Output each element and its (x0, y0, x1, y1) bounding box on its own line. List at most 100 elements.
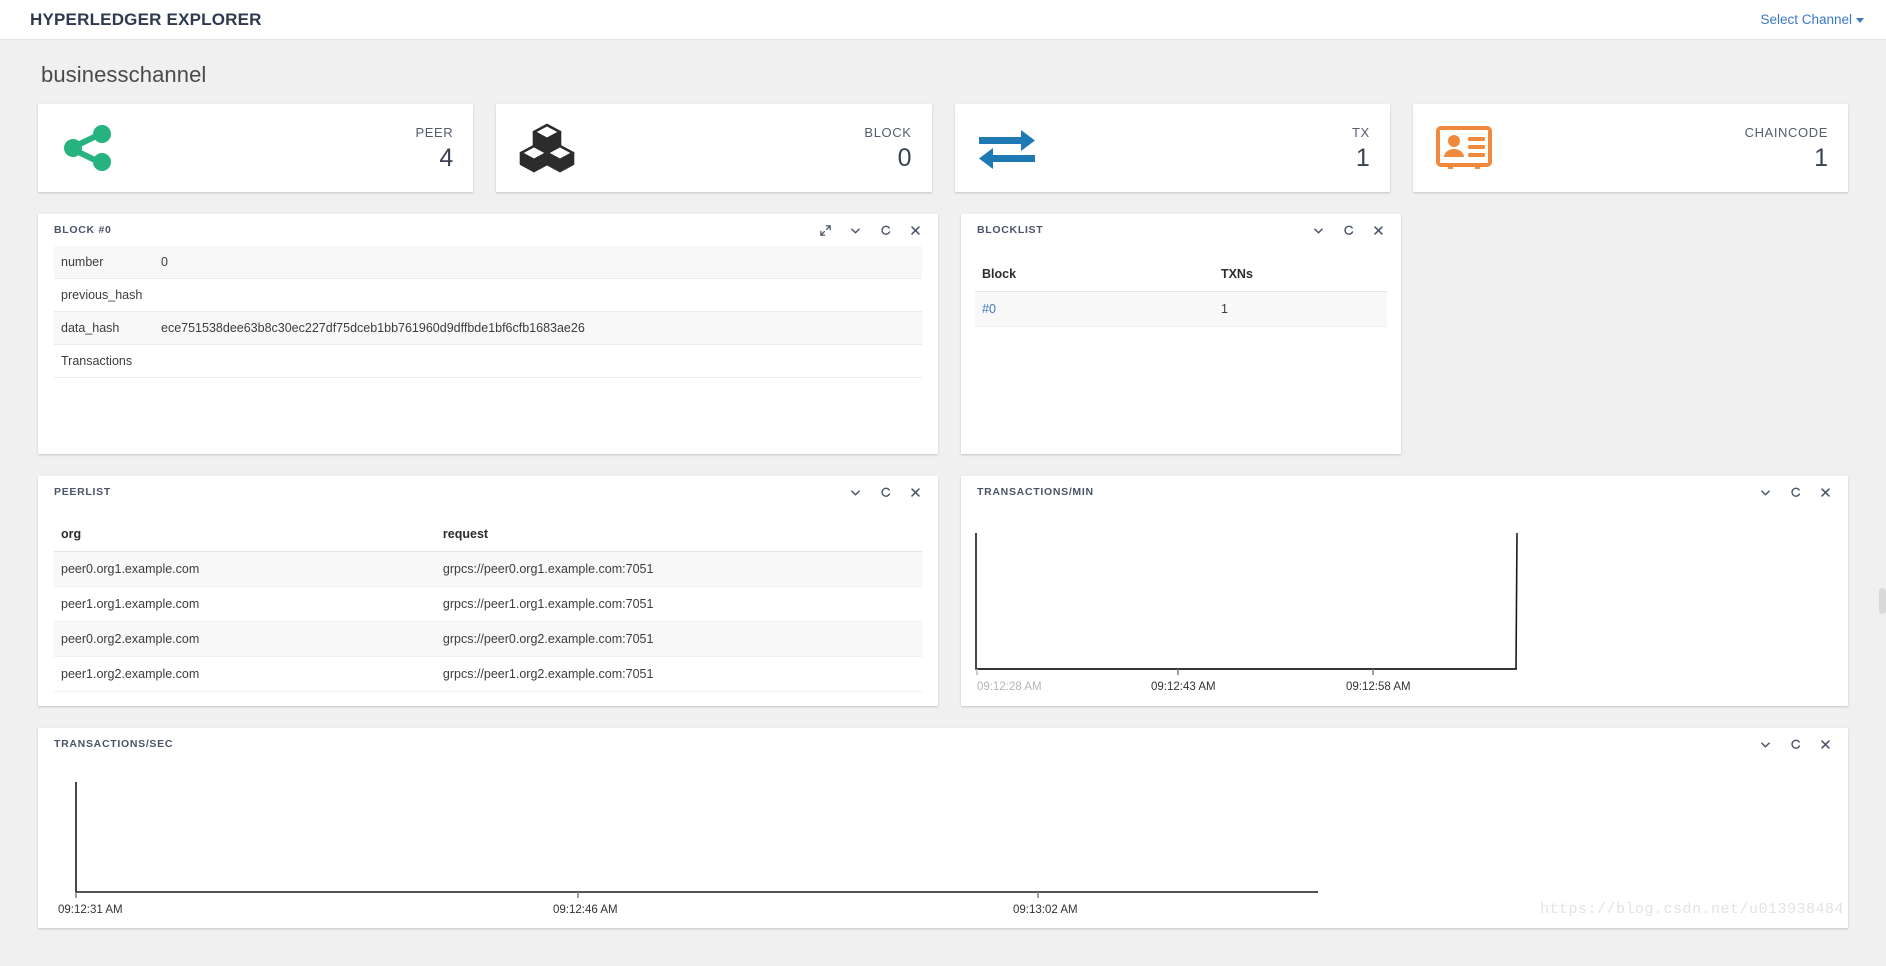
select-channel-dropdown[interactable]: Select Channel (1760, 12, 1864, 27)
scrollbar-thumb[interactable] (1879, 588, 1886, 614)
table-header-row: Block TXNs (975, 258, 1387, 292)
tx-per-min-panel-tools (1759, 486, 1832, 499)
blocklist-cell-txns: 1 (1213, 291, 1387, 327)
share-nodes-icon (60, 120, 122, 176)
chevron-down-icon[interactable] (1759, 486, 1772, 499)
metric-label-block: BLOCK (864, 124, 912, 140)
peerlist-cell-request: grpcs://peer0.org2.example.com:7051 (435, 621, 922, 657)
table-row[interactable]: #0 1 (975, 291, 1387, 327)
blocklist-panel-title: BLOCKLIST (977, 224, 1044, 236)
close-icon[interactable] (1819, 738, 1832, 751)
transactions-per-sec-panel: TRANSACTIONS/SEC 09:12:31 AM 09:12:46 AM… (38, 728, 1848, 928)
metric-label-peer: PEER (415, 124, 454, 140)
table-row: peer1.org2.example.com grpcs://peer1.org… (54, 656, 922, 692)
svg-text:09:12:43 AM: 09:12:43 AM (1151, 681, 1216, 693)
block-detail-panel-header: BLOCK #0 (38, 214, 938, 246)
svg-text:09:12:58 AM: 09:12:58 AM (1346, 681, 1411, 693)
block-field-key: previous_hash (54, 278, 154, 312)
peerlist-panel-tools (849, 486, 922, 499)
metric-card-tx[interactable]: TX 1 (954, 104, 1390, 192)
metric-card-peer[interactable]: PEER 4 (38, 104, 474, 192)
refresh-icon[interactable] (1789, 738, 1802, 751)
peerlist-cell-request: grpcs://peer1.org1.example.com:7051 (435, 586, 922, 622)
metric-tx-values: TX 1 (1352, 126, 1370, 171)
svg-text:09:12:28 AM: 09:12:28 AM (977, 681, 1042, 693)
block-link[interactable]: #0 (982, 302, 996, 316)
blocklist-panel-header: BLOCKLIST (961, 214, 1401, 246)
svg-text:09:12:31 AM: 09:12:31 AM (58, 904, 123, 916)
blocklist-panel-tools (1312, 224, 1385, 237)
block-field-key: number (54, 246, 154, 279)
refresh-icon[interactable] (1342, 224, 1355, 237)
table-row: peer1.org1.example.com grpcs://peer1.org… (54, 586, 922, 622)
top-navbar: HYPERLEDGER EXPLORER Select Channel (0, 0, 1886, 40)
block-detail-panel: BLOCK #0 number 0 previous_hash data_has… (38, 214, 938, 454)
svg-text:09:13:02 AM: 09:13:02 AM (1013, 904, 1078, 916)
peerlist-cell-org: peer0.org2.example.com (54, 621, 436, 657)
peerlist-cell-org: peer1.org1.example.com (54, 586, 436, 622)
refresh-icon[interactable] (879, 486, 892, 499)
tx-per-sec-panel-title: TRANSACTIONS/SEC (54, 738, 174, 750)
metric-value-peer: 4 (439, 143, 454, 172)
metric-value-tx: 1 (1355, 143, 1370, 172)
refresh-icon[interactable] (879, 224, 892, 237)
page-title: businesschannel (41, 62, 207, 87)
block-field-value (154, 344, 922, 378)
cubes-icon (518, 120, 580, 176)
table-row: previous_hash (54, 278, 922, 312)
tx-per-sec-panel-tools (1759, 738, 1832, 751)
expand-icon[interactable] (819, 224, 832, 237)
table-row: Transactions (54, 344, 922, 378)
block-detail-panel-title: BLOCK #0 (54, 224, 112, 236)
peerlist-cell-org: peer0.org1.example.com (54, 551, 436, 587)
close-icon[interactable] (1372, 224, 1385, 237)
svg-text:09:12:46 AM: 09:12:46 AM (553, 904, 618, 916)
peerlist-cell-org: peer1.org2.example.com (54, 656, 436, 692)
transactions-per-min-panel: TRANSACTIONS/MIN 09:12:28 AM 09:12:43 AM… (961, 476, 1848, 706)
table-row: peer0.org2.example.com grpcs://peer0.org… (54, 621, 922, 657)
peerlist-panel: PEERLIST org request peer0.org1.example.… (38, 476, 938, 706)
chevron-down-icon[interactable] (1312, 224, 1325, 237)
id-card-icon (1435, 120, 1497, 176)
table-row: data_hash ece751538dee63b8c30ec227df75dc… (54, 311, 922, 345)
close-icon[interactable] (909, 224, 922, 237)
block-field-value: ece751538dee63b8c30ec227df75dceb1bb76196… (154, 311, 922, 345)
table-header-row: org request (54, 518, 922, 552)
tx-per-sec-panel-header: TRANSACTIONS/SEC (38, 728, 1848, 760)
peerlist-panel-title: PEERLIST (54, 486, 111, 498)
metric-label-chaincode: CHAINCODE (1744, 124, 1828, 140)
metric-peer-values: PEER 4 (415, 126, 453, 171)
close-icon[interactable] (909, 486, 922, 499)
block-field-value: 0 (154, 246, 922, 279)
metric-value-chaincode: 1 (1814, 143, 1828, 172)
tx-per-min-panel-title: TRANSACTIONS/MIN (977, 486, 1094, 498)
refresh-icon[interactable] (1789, 486, 1802, 499)
panels-row-3: TRANSACTIONS/SEC 09:12:31 AM 09:12:46 AM… (38, 728, 1848, 928)
caret-down-icon (1856, 17, 1864, 23)
metric-card-block[interactable]: BLOCK 0 (496, 104, 932, 192)
peerlist-col-request: request (435, 518, 922, 552)
block-detail-table: number 0 previous_hash data_hash ece7515… (54, 246, 922, 378)
peerlist-table-wrap: org request peer0.org1.example.com grpcs… (38, 508, 938, 692)
metric-label-tx: TX (1351, 124, 1370, 140)
block-field-value (154, 278, 922, 312)
tx-per-min-chart: 09:12:28 AM 09:12:43 AM 09:12:58 AM (961, 508, 1848, 703)
metric-chaincode-values: CHAINCODE 1 (1745, 126, 1828, 171)
chevron-down-icon[interactable] (849, 224, 862, 237)
metrics-row: PEER 4 BLOCK 0 TX 1 CHAINCODE 1 (38, 104, 1848, 192)
blocklist-table: Block TXNs #0 1 (975, 258, 1387, 327)
app-brand-title: HYPERLEDGER EXPLORER (30, 9, 262, 29)
block-field-key: data_hash (54, 311, 154, 345)
blocklist-table-wrap: Block TXNs #0 1 (961, 246, 1401, 327)
metric-value-block: 0 (897, 143, 912, 172)
blocklist-col-block: Block (975, 258, 1214, 292)
chevron-down-icon[interactable] (849, 486, 862, 499)
panels-row-2: PEERLIST org request peer0.org1.example.… (38, 476, 1848, 706)
metric-card-chaincode[interactable]: CHAINCODE 1 (1412, 104, 1848, 192)
metric-block-values: BLOCK 0 (864, 126, 911, 171)
watermark-text: https://blog.csdn.net/u013938484 (1539, 901, 1844, 918)
chevron-down-icon[interactable] (1759, 738, 1772, 751)
close-icon[interactable] (1819, 486, 1832, 499)
peerlist-cell-request: grpcs://peer0.org1.example.com:7051 (435, 551, 922, 587)
block-field-key: Transactions (54, 344, 154, 378)
